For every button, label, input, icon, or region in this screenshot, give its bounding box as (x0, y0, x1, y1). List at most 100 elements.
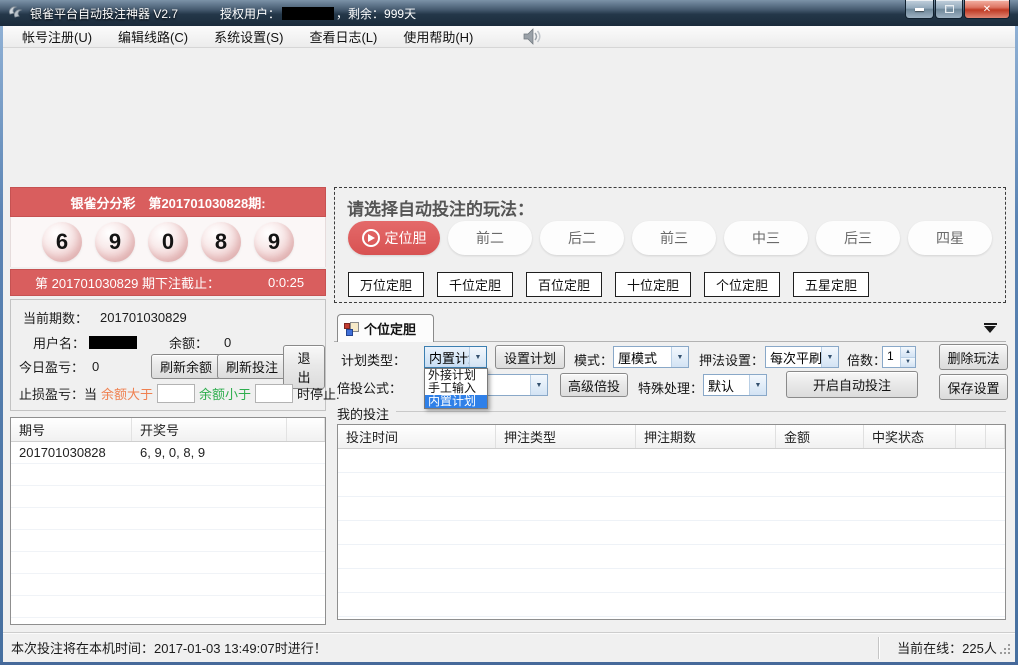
bets-table-header: 投注时间 押注类型 押注期数 金额 中奖状态 (338, 425, 1005, 449)
position-button-shiwei[interactable]: 十位定胆 (615, 272, 691, 297)
mode-select[interactable]: 厘模式 ▼ (613, 346, 689, 368)
bet-method-value: 每次平刷 (766, 347, 821, 367)
chevron-down-icon: ▼ (671, 347, 688, 367)
lottery-draw-header: 银雀分分彩 第201701030828期: (10, 187, 326, 217)
bet-method-label: 押法设置： (699, 350, 764, 369)
position-button-baiwei[interactable]: 百位定胆 (526, 272, 602, 297)
status-bar: 本次投注将在本机时间：2017-01-03 13:49:07时进行！ 当前在线：… (3, 632, 1015, 662)
mode-button-zhongsan[interactable]: 中三 (724, 221, 808, 255)
table-row-empty (338, 569, 1005, 593)
refresh-bets-button[interactable]: 刷新投注 (217, 354, 287, 379)
speaker-icon[interactable] (522, 28, 542, 45)
position-button-wuxing[interactable]: 五星定胆 (793, 272, 869, 297)
collapse-panel-icon[interactable] (984, 323, 997, 333)
position-button-gewei[interactable]: 个位定胆 (704, 272, 780, 297)
table-row-empty (338, 449, 1005, 473)
chevron-down-icon: ▼ (530, 375, 547, 395)
menu-item-system-settings[interactable]: 系统设置(S) (201, 26, 296, 47)
balance-greater-label: 余额大于 (101, 384, 153, 403)
menu-item-edit-line[interactable]: 编辑线路(C) (105, 26, 201, 47)
spinner-down-icon[interactable]: ▼ (901, 358, 915, 368)
menu-bar: 帐号注册(U) 编辑线路(C) 系统设置(S) 查看日志(L) 使用帮助(H) (3, 26, 1015, 48)
resize-grip[interactable] (999, 643, 1011, 658)
close-button[interactable]: ✕ (964, 0, 1010, 19)
refresh-balance-button[interactable]: 刷新余额 (151, 354, 221, 379)
stop-loss-label: 止损盈亏：当 (19, 384, 97, 403)
table-row-empty (11, 530, 325, 552)
redacted-username (282, 7, 334, 20)
profit-value: 0 (92, 359, 99, 374)
stop-suffix-label: 时停止. (297, 384, 340, 403)
plan-type-dropdown: 外接计划 手工输入 内置计划 (424, 368, 488, 409)
table-row-empty (338, 617, 1005, 620)
menu-item-view-log[interactable]: 查看日志(L) (296, 26, 390, 47)
status-message: 本次投注将在本机时间：2017-01-03 13:49:07时进行！ (3, 638, 878, 657)
save-settings-button[interactable]: 保存设置 (939, 374, 1008, 400)
lottery-ball: 8 (201, 222, 241, 262)
column-header-win-status: 中奖状态 (864, 425, 956, 448)
period-value: 201701030829 (100, 310, 187, 325)
menu-item-account-register[interactable]: 帐号注册(U) (9, 26, 105, 47)
column-header-empty (986, 425, 1005, 448)
column-header-amount: 金额 (776, 425, 864, 448)
menu-item-help[interactable]: 使用帮助(H) (390, 26, 486, 47)
lottery-ball: 9 (95, 222, 135, 262)
auth-days: ，剩余：999天 (336, 5, 416, 22)
mode-button-housan[interactable]: 后三 (816, 221, 900, 255)
position-button-row: 万位定胆 千位定胆 百位定胆 十位定胆 个位定胆 五星定胆 (348, 272, 869, 297)
position-button-qianwei[interactable]: 千位定胆 (437, 272, 513, 297)
countdown-time: 0:0:25 (268, 275, 304, 290)
table-row-empty (11, 508, 325, 530)
special-handling-value: 默认 (704, 375, 749, 395)
column-header-bet-type: 押注类型 (496, 425, 636, 448)
tab-geweidingdan[interactable]: 个位定胆 (337, 314, 434, 342)
multiple-stepper[interactable]: 1 ▲ ▼ (882, 346, 916, 368)
balance-greater-input[interactable] (157, 384, 195, 403)
maximize-button[interactable] (935, 0, 963, 19)
my-bets-divider (396, 411, 1006, 412)
multiple-value: 1 (883, 347, 900, 367)
start-autobet-button[interactable]: 开启自动投注 (786, 371, 918, 398)
mode-button-qianer[interactable]: 前二 (448, 221, 532, 255)
lottery-ball: 6 (42, 222, 82, 262)
plan-type-select[interactable]: 内置计划 ▼ (424, 346, 487, 368)
set-plan-button[interactable]: 设置计划 (495, 345, 565, 369)
chevron-down-icon: ▼ (469, 347, 486, 367)
lottery-ball: 9 (254, 222, 294, 262)
online-count: 当前在线：225人 (879, 638, 1015, 657)
mode-button-label: 定位胆 (385, 228, 427, 248)
table-row-empty (11, 486, 325, 508)
advanced-multiplier-button[interactable]: 高级倍投 (560, 373, 628, 397)
tab-strip-divider (334, 341, 1006, 342)
table-row[interactable]: 201701030828 6, 9, 0, 8, 9 (11, 442, 325, 464)
exit-button[interactable]: 退出 (283, 345, 325, 389)
table-row-empty (338, 593, 1005, 617)
table-row-empty (338, 521, 1005, 545)
mode-button-houer[interactable]: 后二 (540, 221, 624, 255)
mode-value: 厘模式 (614, 347, 671, 367)
mode-button-qiansan[interactable]: 前三 (632, 221, 716, 255)
special-handling-label: 特殊处理： (638, 378, 703, 397)
mode-button-dingweidan[interactable]: 定位胆 (348, 221, 440, 255)
history-table: 期号 开奖号 201701030828 6, 9, 0, 8, 9 (10, 417, 326, 625)
app-icon (8, 5, 24, 22)
bet-method-select[interactable]: 每次平刷 ▼ (765, 346, 839, 368)
dropdown-option-builtin[interactable]: 内置计划 (425, 395, 487, 408)
title-bar: 银雀平台自动投注神器 V2.7 授权用户： ，剩余：999天 (0, 0, 1018, 26)
balance-less-input[interactable] (255, 384, 293, 403)
auth-label: 授权用户： (220, 5, 280, 22)
mode-button-sixing[interactable]: 四星 (908, 221, 992, 255)
bets-table: 投注时间 押注类型 押注期数 金额 中奖状态 (337, 424, 1006, 620)
minimize-button[interactable] (905, 0, 934, 19)
close-icon: ✕ (983, 4, 991, 15)
history-numbers-cell: 6, 9, 0, 8, 9 (132, 445, 287, 460)
table-row-empty (11, 464, 325, 486)
countdown-label: 第 201701030829 期下注截止： (35, 273, 220, 292)
delete-play-button[interactable]: 删除玩法 (939, 344, 1008, 370)
position-button-wanwei[interactable]: 万位定胆 (348, 272, 424, 297)
balance-value: 0 (224, 335, 231, 350)
spinner-up-icon[interactable]: ▲ (901, 347, 915, 358)
table-row-empty (11, 618, 325, 625)
account-panel: 当前期数： 201701030829 用户名： 余额： 0 今日盈亏： 0 刷新… (10, 299, 326, 411)
special-handling-select[interactable]: 默认 ▼ (703, 374, 767, 396)
